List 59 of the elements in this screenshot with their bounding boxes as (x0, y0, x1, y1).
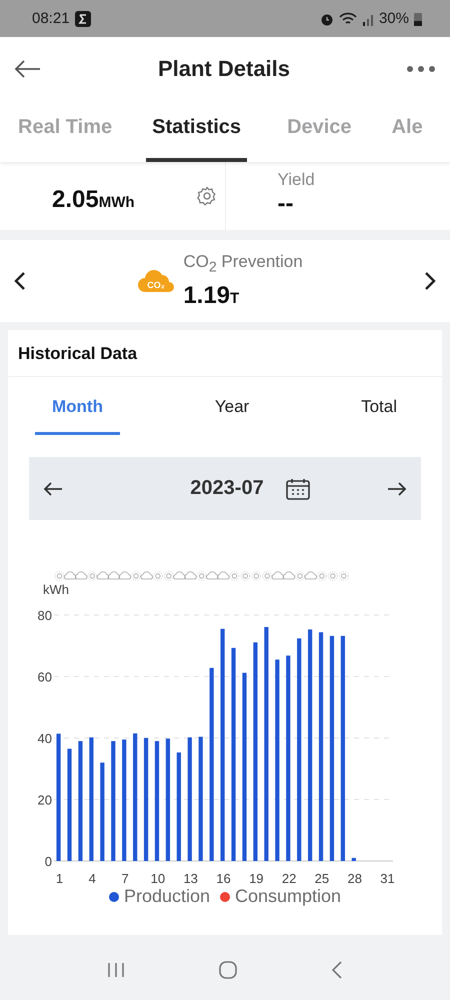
x-tick-label: 22 (282, 871, 296, 886)
y-tick-label: 80 (38, 608, 52, 623)
y-tick-label: 60 (38, 670, 52, 684)
cloud-icon (140, 572, 153, 580)
chevron-left-icon[interactable] (14, 271, 26, 291)
recent-apps-icon[interactable] (107, 962, 125, 978)
chevron-right-icon[interactable] (424, 271, 436, 291)
alarm-icon (320, 12, 334, 26)
x-tick-label: 25 (314, 871, 330, 886)
x-tick-label: 13 (183, 871, 198, 886)
back-icon[interactable] (14, 58, 42, 78)
period-tab[interactable]: Month (35, 381, 120, 435)
arrow-right-icon[interactable] (387, 480, 407, 496)
status-time: 08:21 (32, 10, 70, 27)
stat-value: 2.05 (52, 186, 99, 213)
date-label: 2023-07 (190, 477, 264, 500)
battery-icon (414, 12, 422, 26)
stat-unit: MWh (98, 194, 135, 211)
sun-icon (196, 571, 206, 581)
x-tick-label: 28 (348, 871, 362, 886)
cloud-icon (304, 572, 317, 580)
y-tick-label: 20 (38, 792, 52, 808)
x-tick-label: 10 (150, 871, 166, 886)
cloud-icon: CO₂ (137, 268, 176, 294)
axis-unit: kWh (43, 582, 69, 597)
notification-icon (74, 10, 91, 26)
gear-icon[interactable] (196, 186, 216, 206)
section-title: Historical Data (8, 330, 442, 377)
battery-level: 30% (378, 10, 409, 27)
co2-unit: T (230, 290, 240, 307)
x-tick-label: 19 (249, 871, 264, 886)
home-icon[interactable] (219, 961, 237, 979)
stat-value: -- (278, 190, 294, 217)
legend-label[interactable]: Consumption (235, 886, 342, 907)
bar (352, 858, 356, 861)
sun-icon (262, 571, 272, 581)
x-tick-label: 31 (380, 871, 395, 886)
period-tab[interactable]: Total (344, 381, 414, 435)
x-tick-label: 7 (121, 871, 129, 886)
sun-icon (54, 571, 64, 581)
co2-value: 1.19 (183, 282, 230, 309)
co2-label: CO$_{2}$ Prevention (183, 252, 303, 276)
x-tick-label: 1 (56, 871, 64, 886)
calendar-icon[interactable] (286, 478, 310, 500)
more-icon[interactable] (406, 64, 436, 72)
x-tick-label: 16 (216, 871, 231, 886)
period-tab[interactable]: Year (198, 381, 266, 435)
sun-icon (87, 571, 98, 581)
wifi-icon (338, 12, 357, 26)
sun-icon (295, 571, 305, 581)
back-nav-icon[interactable] (331, 961, 343, 979)
x-tick-label: 4 (88, 871, 96, 886)
sun-icon (131, 571, 141, 581)
stat-label: Yield (278, 170, 316, 190)
y-tick-label: 0 (44, 854, 52, 869)
arrow-left-icon[interactable] (43, 480, 63, 496)
page-title: Plant Details (158, 56, 290, 82)
legend-label[interactable]: Production (124, 886, 210, 907)
y-tick-label: 40 (38, 731, 52, 746)
